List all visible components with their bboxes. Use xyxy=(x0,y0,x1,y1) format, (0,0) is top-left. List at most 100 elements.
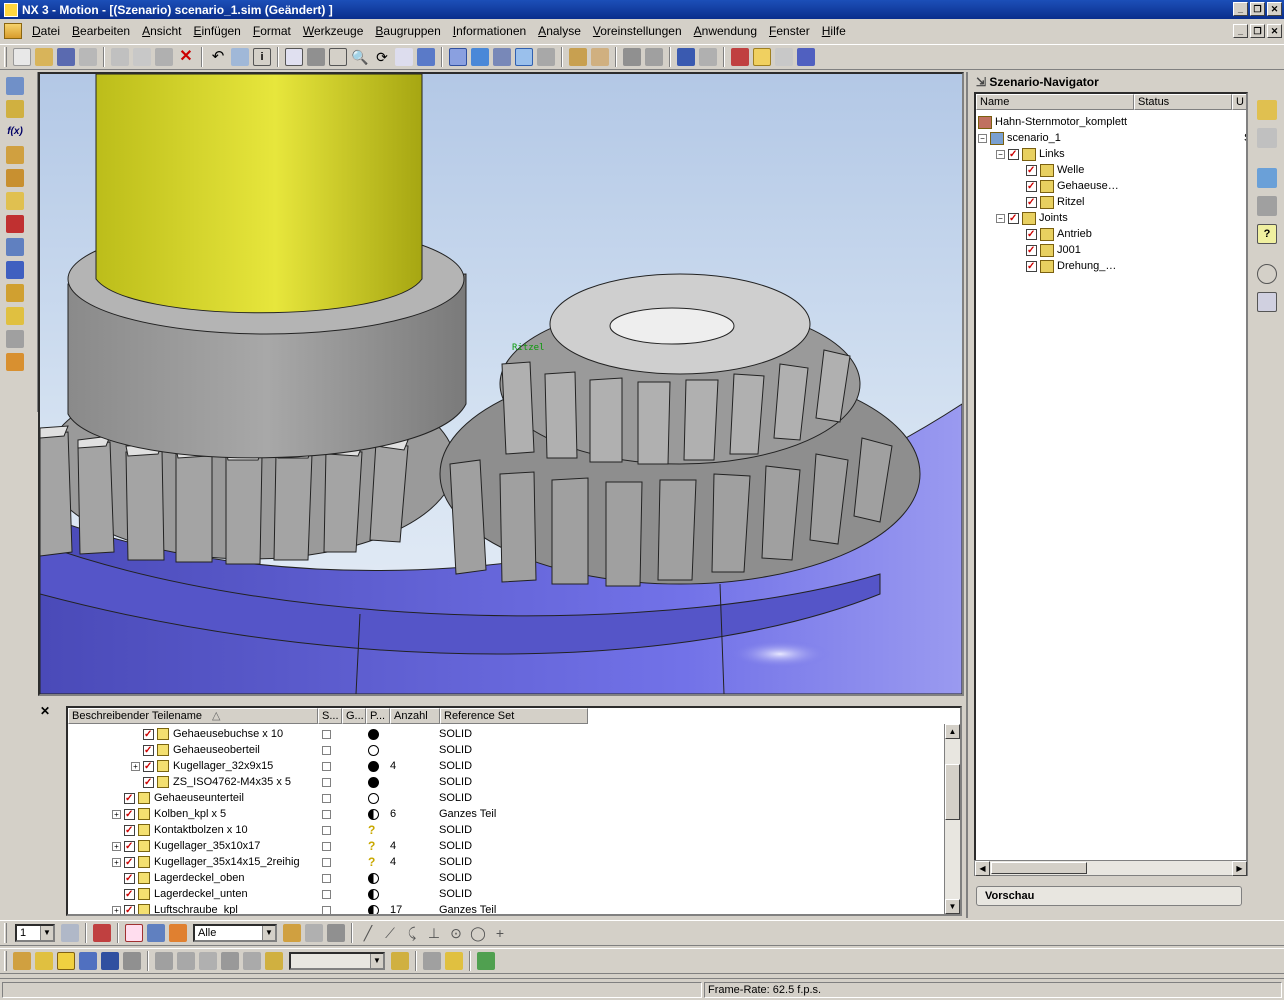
table-row[interactable]: + Kugellager_32x9x15 4 SOLID xyxy=(68,758,946,775)
suppressed-checkbox[interactable] xyxy=(322,729,331,739)
scenario-tool-icon[interactable] xyxy=(753,48,771,66)
center-snap-icon[interactable]: ⊙ xyxy=(447,924,465,942)
table-row[interactable]: Gehaeuseunterteil SOLID xyxy=(68,790,946,807)
scenario-hscrollbar[interactable]: ◀ ▶ xyxy=(974,860,1248,876)
tree-node[interactable]: J001 xyxy=(1014,242,1246,259)
select-chain-icon[interactable] xyxy=(327,924,345,942)
wave-link-icon[interactable] xyxy=(199,952,217,970)
doc-restore-button[interactable]: ❐ xyxy=(1250,24,1265,38)
select-all-icon[interactable] xyxy=(283,924,301,942)
view-orient-icon[interactable] xyxy=(449,48,467,66)
suppressed-checkbox[interactable] xyxy=(322,841,331,851)
delete-icon[interactable]: ✕ xyxy=(177,48,195,66)
spring-icon[interactable] xyxy=(6,215,24,233)
motion-icon[interactable] xyxy=(677,48,695,66)
suppressed-checkbox[interactable] xyxy=(322,905,331,914)
bushing-icon[interactable] xyxy=(6,238,24,256)
menu-anwendung[interactable]: Anwendung xyxy=(688,24,763,38)
visibility-checkbox[interactable] xyxy=(1026,259,1037,275)
table-row[interactable]: Lagerdeckel_unten SOLID xyxy=(68,886,946,903)
expander-icon[interactable]: − xyxy=(996,149,1005,159)
reference-set-icon[interactable] xyxy=(243,952,261,970)
assembly-icon[interactable] xyxy=(731,48,749,66)
tree-node[interactable]: − Links xyxy=(996,146,1246,163)
deselect-icon[interactable] xyxy=(305,924,323,942)
replace-component-icon[interactable] xyxy=(123,952,141,970)
suppressed-checkbox[interactable] xyxy=(322,857,331,867)
animation-icon[interactable] xyxy=(699,48,717,66)
scenario-tree[interactable]: Name Status U Hahn-Sternmotor_komplett − s… xyxy=(974,92,1248,862)
perspective-icon[interactable] xyxy=(417,48,435,66)
table-row[interactable]: + Luftschraube_kpl 17 Ganzes Teil xyxy=(68,902,946,914)
menu-analyse[interactable]: Analyse xyxy=(532,24,587,38)
nav-tool-icon-1[interactable] xyxy=(1257,100,1277,120)
scroll-thumb[interactable] xyxy=(945,764,960,820)
lamp-icon[interactable] xyxy=(445,952,463,970)
load-checkbox[interactable] xyxy=(124,871,135,887)
settings-icon[interactable] xyxy=(775,48,793,66)
suppressed-checkbox[interactable] xyxy=(322,873,331,883)
measure-angle-icon[interactable] xyxy=(591,48,609,66)
wizard-icon[interactable] xyxy=(477,952,495,970)
graph-icon[interactable] xyxy=(6,353,24,371)
table-row[interactable]: + Kugellager_35x14x15_2reihig? 4 SOLID xyxy=(68,854,946,871)
force-icon[interactable] xyxy=(6,261,24,279)
suppressed-checkbox[interactable] xyxy=(322,825,331,835)
endpoint-snap-icon[interactable]: ⟋ xyxy=(381,924,399,942)
line-snap-icon[interactable]: ╱ xyxy=(359,924,377,942)
visibility-checkbox[interactable] xyxy=(1026,227,1037,243)
suppressed-checkbox[interactable] xyxy=(322,777,331,787)
doc-close-button[interactable]: ✕ xyxy=(1267,24,1282,38)
tree-node[interactable]: Ritzel xyxy=(1014,194,1246,211)
paste-icon[interactable] xyxy=(155,48,173,66)
close-button[interactable]: ✕ xyxy=(1267,2,1282,16)
select-feature-icon[interactable] xyxy=(147,924,165,942)
visibility-checkbox[interactable] xyxy=(1008,147,1019,163)
solver-icon[interactable] xyxy=(6,307,24,325)
table-row[interactable]: Gehaeusebuchse x 10 SOLID xyxy=(68,726,946,743)
assembly-vscrollbar[interactable]: ▲ ▼ xyxy=(944,724,960,914)
add-component-icon[interactable] xyxy=(13,952,31,970)
load-checkbox[interactable] xyxy=(124,823,135,839)
contact-icon[interactable] xyxy=(6,284,24,302)
visibility-checkbox[interactable] xyxy=(1026,179,1037,195)
load-checkbox[interactable] xyxy=(124,903,135,914)
maximize-button[interactable]: ❐ xyxy=(1250,2,1265,16)
coupler-icon[interactable] xyxy=(6,192,24,210)
filter-icon[interactable] xyxy=(391,952,409,970)
col-g[interactable]: G... xyxy=(342,708,366,724)
intersection-snap-icon[interactable]: ⊥ xyxy=(425,924,443,942)
scroll-left-button[interactable]: ◀ xyxy=(975,861,990,876)
visibility-checkbox[interactable] xyxy=(1026,195,1037,211)
col-part-name[interactable]: Beschreibender Teilename △ xyxy=(68,708,318,724)
scroll-down-button[interactable]: ▼ xyxy=(945,899,960,914)
load-checkbox[interactable] xyxy=(143,759,154,775)
new-file-icon[interactable] xyxy=(13,48,31,66)
selection-filter-icon[interactable] xyxy=(93,924,111,942)
menu-einfügen[interactable]: Einfügen xyxy=(187,24,246,38)
stop-icon[interactable] xyxy=(797,48,815,66)
menu-werkzeuge[interactable]: Werkzeuge xyxy=(297,24,369,38)
menu-voreinstellungen[interactable]: Voreinstellungen xyxy=(587,24,688,38)
col-reference-set[interactable]: Reference Set xyxy=(440,708,588,724)
point-snap-icon[interactable]: + xyxy=(491,924,509,942)
packaging-icon[interactable] xyxy=(6,330,24,348)
tree-node[interactable]: Drehung_… xyxy=(1014,258,1246,275)
col-status[interactable]: Status xyxy=(1134,94,1232,110)
table-row[interactable]: Gehaeuseoberteil SOLID xyxy=(68,742,946,759)
menu-informationen[interactable]: Informationen xyxy=(447,24,532,38)
layer-settings-icon[interactable] xyxy=(61,924,79,942)
environment-icon[interactable] xyxy=(6,77,24,95)
expander-icon[interactable]: + xyxy=(131,761,140,771)
visibility-checkbox[interactable] xyxy=(1026,243,1037,259)
close-icon[interactable]: ✕ xyxy=(40,704,50,718)
nav-tool-icon-2[interactable] xyxy=(1257,128,1277,148)
minimize-button[interactable]: _ xyxy=(1233,2,1248,16)
repeat-icon[interactable] xyxy=(231,48,249,66)
table-row[interactable]: + Kolben_kpl x 5 6 Ganzes Teil xyxy=(68,806,946,823)
section-icon[interactable] xyxy=(645,48,663,66)
explode-icon[interactable] xyxy=(155,952,173,970)
disabled-combo[interactable]: ▼ xyxy=(289,952,385,970)
tree-node[interactable]: Welle xyxy=(1014,162,1246,179)
save-icon[interactable] xyxy=(57,48,75,66)
